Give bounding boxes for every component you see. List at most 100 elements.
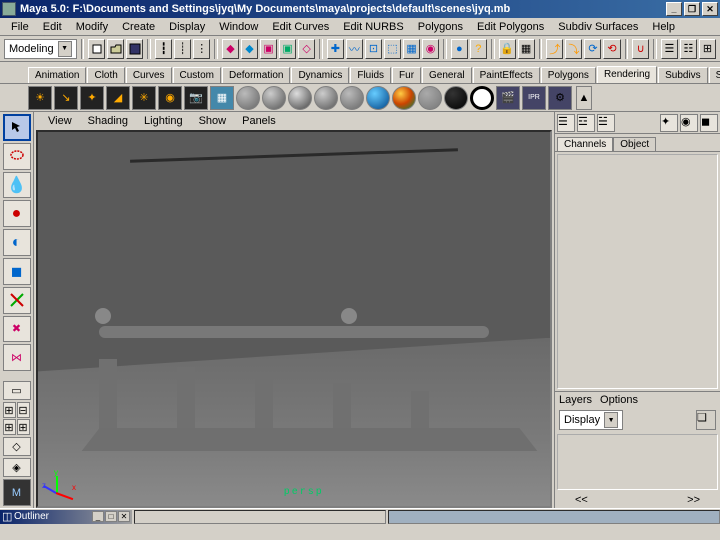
menu-subdiv[interactable]: Subdiv Surfaces [551, 19, 645, 35]
channel-list2-icon[interactable]: ☲ [577, 114, 595, 132]
menu-create[interactable]: Create [115, 19, 162, 35]
view-menu-shading[interactable]: Shading [82, 114, 134, 128]
tab-polygons[interactable]: Polygons [541, 67, 596, 83]
menu-help[interactable]: Help [645, 19, 682, 35]
layers-options-label[interactable]: Options [600, 394, 638, 406]
shader-lambert-icon[interactable] [236, 86, 260, 110]
render-current-icon[interactable]: 🎬 [496, 86, 520, 110]
open-scene-button[interactable] [107, 39, 124, 59]
last-tool[interactable]: ⋈ [3, 344, 31, 371]
ipr-render-icon[interactable]: IPR [522, 86, 546, 110]
shader-layered-icon[interactable] [392, 86, 416, 110]
snap-plane-button[interactable]: ⬚ [384, 39, 401, 59]
slider-left-button[interactable]: << [575, 494, 588, 506]
tab-fur[interactable]: Fur [392, 67, 421, 83]
shader-usebg-icon[interactable] [470, 86, 494, 110]
ipr-button[interactable]: ▦ [518, 39, 535, 59]
snap-view-button[interactable]: ▦ [403, 39, 420, 59]
paint-select-tool[interactable]: 💧 [3, 172, 31, 199]
view-menu-lighting[interactable]: Lighting [138, 114, 189, 128]
layer-display-dropdown[interactable]: Display ▼ [559, 410, 623, 430]
mode-dropdown[interactable]: Modeling ▼ [4, 39, 77, 59]
tab-rendering[interactable]: Rendering [597, 66, 657, 83]
light-volume-icon[interactable]: ◉ [158, 86, 182, 110]
shader-ramp-icon[interactable] [366, 86, 390, 110]
soft-mod-tool[interactable]: ✖ [3, 316, 31, 343]
light-area-icon[interactable]: ✳ [132, 86, 156, 110]
tab-animation[interactable]: Animation [28, 67, 86, 83]
select-by-component-button[interactable]: ⋮ [193, 39, 210, 59]
shader-blinn-icon[interactable] [262, 86, 286, 110]
rotate-tool[interactable]: ◐ [3, 229, 31, 256]
channel-list-icon[interactable]: ☰ [557, 114, 575, 132]
three-pane-layout[interactable]: ⊞ [17, 419, 30, 435]
layout-1-button[interactable]: ☰ [661, 39, 678, 59]
move-tool[interactable]: ● [3, 200, 31, 227]
construct-1-button[interactable]: ⤴ [546, 39, 563, 59]
camera-icon[interactable]: 📷 [184, 86, 208, 110]
shader-aniso-icon[interactable] [340, 86, 364, 110]
construct-3-button[interactable]: ⟳ [584, 39, 601, 59]
single-pane-layout[interactable]: ▭ [3, 381, 31, 400]
snap-curve-button[interactable]: 〰 [346, 39, 363, 59]
menu-edit-nurbs[interactable]: Edit NURBS [336, 19, 411, 35]
tab-painteffects[interactable]: PaintEffects [473, 67, 540, 83]
mask-2-button[interactable]: ◆ [241, 39, 258, 59]
light-spot-icon[interactable]: ◢ [106, 86, 130, 110]
shader-surface-icon[interactable] [418, 86, 442, 110]
tab-surfaces[interactable]: Surfaces [709, 67, 720, 83]
view-menu-view[interactable]: View [42, 114, 78, 128]
tab-subdivs[interactable]: Subdivs [658, 67, 708, 83]
mask-1-button[interactable]: ◆ [222, 39, 239, 59]
mask-5-button[interactable]: ◇ [298, 39, 315, 59]
layout-2-button[interactable]: ☷ [680, 39, 697, 59]
slider-right-button[interactable]: >> [687, 494, 700, 506]
minimize-button[interactable]: _ [666, 2, 682, 16]
view-menu-panels[interactable]: Panels [236, 114, 282, 128]
tab-cloth[interactable]: Cloth [87, 67, 124, 83]
channel-cube-icon[interactable]: ◼ [700, 114, 718, 132]
shader-phong-icon[interactable] [288, 86, 312, 110]
menu-file[interactable]: File [4, 19, 36, 35]
light-point-icon[interactable]: ✦ [80, 86, 104, 110]
snap-grid-button[interactable]: ✚ [327, 39, 344, 59]
light-ambient-icon[interactable]: ☀ [28, 86, 52, 110]
shelf-scroll-icon[interactable]: ▲ [576, 86, 592, 110]
tab-deformation[interactable]: Deformation [222, 67, 290, 83]
command-line[interactable] [134, 510, 386, 524]
two-pane-v-layout[interactable]: ⊞ [3, 419, 16, 435]
new-scene-button[interactable] [88, 39, 105, 59]
shader-phonge-icon[interactable] [314, 86, 338, 110]
menu-edit-curves[interactable]: Edit Curves [265, 19, 336, 35]
construct-2-button[interactable]: ⤵ [565, 39, 582, 59]
outliner-max-button[interactable]: □ [105, 511, 117, 522]
construct-4-button[interactable]: ⟲ [603, 39, 620, 59]
select-by-hierarchy-button[interactable]: ┇ [155, 39, 172, 59]
tab-dynamics[interactable]: Dynamics [291, 67, 349, 83]
save-scene-button[interactable] [126, 39, 143, 59]
snap-live-button[interactable]: ◉ [422, 39, 439, 59]
channel-manip-icon[interactable]: ✦ [660, 114, 678, 132]
tab-fluids[interactable]: Fluids [350, 67, 391, 83]
mask-4-button[interactable]: ▣ [279, 39, 296, 59]
lasso-tool[interactable] [3, 143, 31, 170]
magnet-button[interactable]: ∪ [632, 39, 649, 59]
script-layout[interactable]: M [3, 479, 31, 506]
history-in-button[interactable]: ● [451, 39, 468, 59]
menu-polygons[interactable]: Polygons [411, 19, 470, 35]
close-button[interactable]: ✕ [702, 2, 718, 16]
layers-label[interactable]: Layers [559, 394, 592, 406]
view-menu-show[interactable]: Show [193, 114, 233, 128]
tab-custom[interactable]: Custom [173, 67, 221, 83]
new-layer-icon[interactable]: ❏ [696, 410, 716, 430]
menu-display[interactable]: Display [162, 19, 212, 35]
channel-sphere-icon[interactable]: ◉ [680, 114, 698, 132]
tab-channels[interactable]: Channels [557, 137, 613, 151]
two-pane-h-layout[interactable]: ⊟ [17, 402, 30, 418]
viewport-persp[interactable]: y x z persp [36, 130, 552, 508]
render-globals-icon[interactable]: ⚙ [548, 86, 572, 110]
render-button[interactable]: 🔒 [499, 39, 516, 59]
snap-point-button[interactable]: ⊡ [365, 39, 382, 59]
select-by-object-button[interactable]: ┊ [174, 39, 191, 59]
outliner-panel-titlebar[interactable]: ◫ Outliner _ □ ✕ [0, 510, 132, 524]
